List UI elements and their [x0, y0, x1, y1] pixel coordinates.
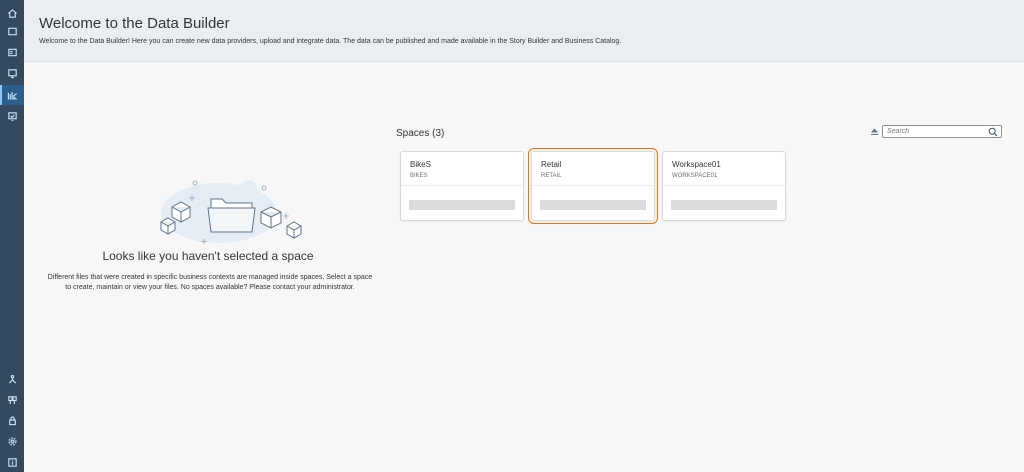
divider — [401, 185, 523, 186]
nav-home[interactable] — [0, 3, 24, 23]
search-input[interactable] — [887, 126, 987, 137]
page-title: Welcome to the Data Builder — [39, 15, 230, 32]
space-card-technical-name: BIKES — [410, 173, 428, 179]
divider — [663, 185, 785, 186]
empty-state-title: Looks like you haven't selected a space — [102, 249, 314, 263]
divider — [532, 185, 654, 186]
nav-data-builder[interactable] — [0, 85, 24, 105]
nav-catalog[interactable] — [0, 42, 24, 62]
story-icon — [7, 68, 17, 78]
sort-button[interactable] — [868, 126, 880, 138]
network-icon — [8, 374, 16, 384]
nav-repository[interactable] — [0, 21, 24, 41]
data-builder-icon — [7, 91, 17, 100]
settings-icon — [7, 436, 17, 446]
space-card-name: BikeS — [410, 160, 431, 169]
side-navigation — [0, 0, 24, 472]
space-search-field[interactable] — [882, 125, 1002, 138]
space-card-technical-name: WORKSPACE01 — [672, 173, 718, 179]
search-icon[interactable] — [988, 127, 998, 137]
space-usage-placeholder — [671, 200, 777, 210]
sort-ascending-icon — [870, 128, 878, 135]
page-subtitle: Welcome to the Data Builder! Here you ca… — [39, 38, 622, 45]
nav-story[interactable] — [0, 63, 24, 83]
page-header: Welcome to the Data Builder Welcome to t… — [24, 0, 1024, 62]
nav-info[interactable] — [0, 452, 24, 472]
presentation-icon — [7, 111, 17, 121]
repository-icon — [7, 27, 17, 35]
info-icon — [7, 457, 17, 467]
empty-space-illustration — [160, 180, 302, 244]
spaces-count-title: Spaces (3) — [396, 128, 445, 139]
nav-space-management[interactable] — [0, 390, 24, 410]
space-card-name: Workspace01 — [672, 160, 721, 169]
empty-state-description: Different files that were created in spe… — [47, 274, 373, 291]
space-usage-placeholder — [540, 200, 646, 210]
nav-security[interactable] — [0, 410, 24, 430]
catalog-icon — [7, 48, 17, 56]
space-card-workspace01[interactable]: Workspace01 WORKSPACE01 — [662, 151, 786, 221]
nav-network[interactable] — [0, 369, 24, 389]
security-icon — [8, 415, 16, 425]
space-card-retail[interactable]: Retail RETAIL — [528, 148, 658, 224]
space-card-name: Retail — [541, 160, 562, 169]
home-icon — [7, 8, 17, 18]
nav-settings[interactable] — [0, 431, 24, 451]
space-card-technical-name: RETAIL — [541, 173, 562, 179]
space-card-bikes[interactable]: BikeS BIKES — [400, 151, 524, 221]
space-management-icon — [7, 395, 17, 404]
nav-presentation[interactable] — [0, 106, 24, 126]
space-usage-placeholder — [409, 200, 515, 210]
